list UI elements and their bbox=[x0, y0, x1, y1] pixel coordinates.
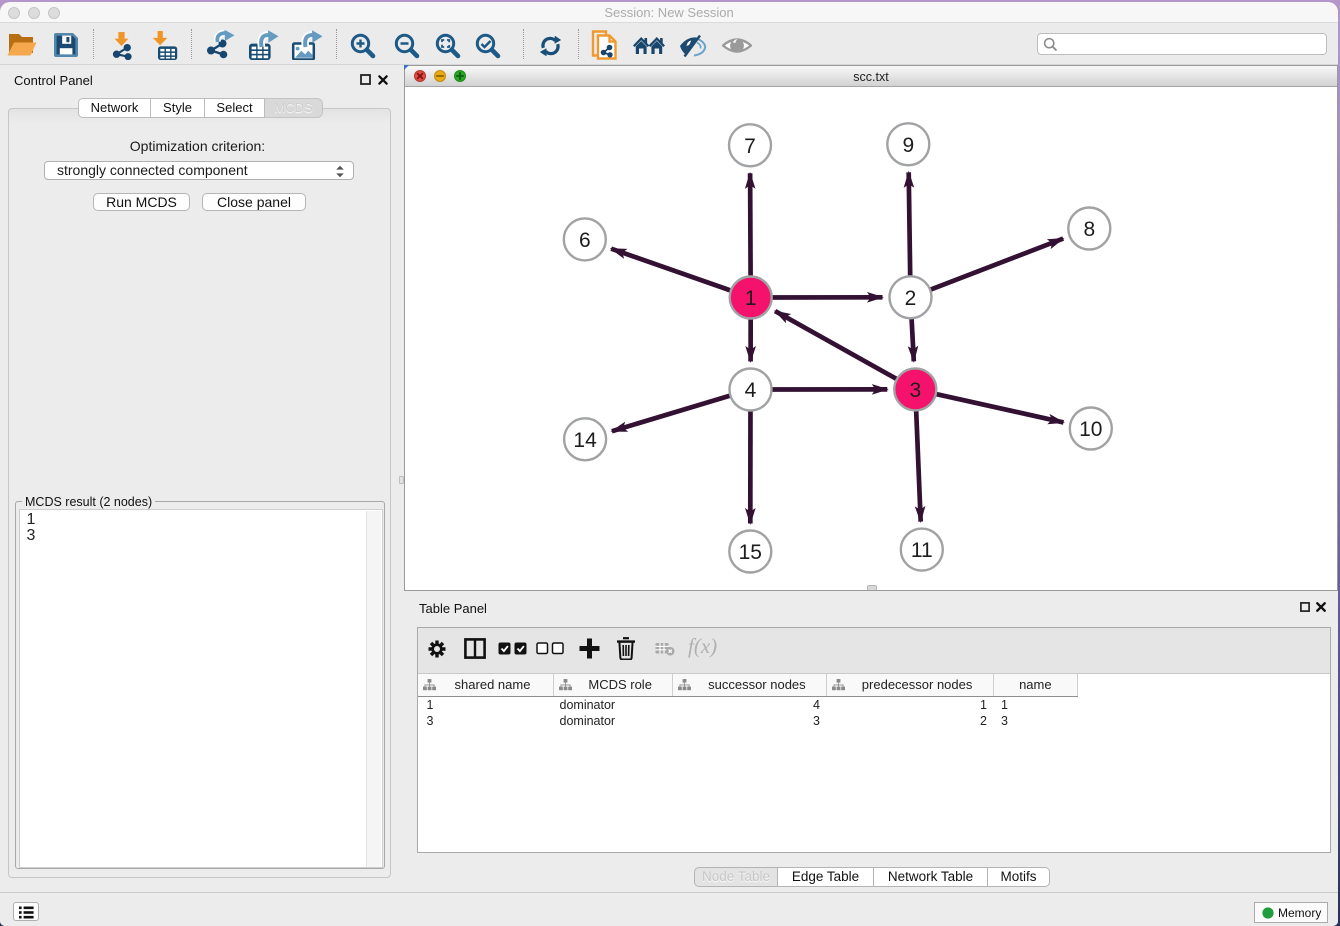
svg-text:8: 8 bbox=[1083, 218, 1095, 241]
svg-text:9: 9 bbox=[902, 134, 914, 157]
svg-text:10: 10 bbox=[1079, 418, 1102, 441]
svg-text:3: 3 bbox=[909, 379, 921, 402]
svg-text:1: 1 bbox=[745, 287, 757, 310]
svg-text:4: 4 bbox=[745, 379, 757, 402]
svg-text:6: 6 bbox=[579, 229, 591, 252]
svg-text:14: 14 bbox=[573, 429, 597, 452]
svg-text:11: 11 bbox=[911, 539, 933, 562]
svg-text:15: 15 bbox=[739, 541, 762, 564]
svg-text:7: 7 bbox=[744, 135, 756, 158]
svg-text:2: 2 bbox=[905, 287, 917, 310]
